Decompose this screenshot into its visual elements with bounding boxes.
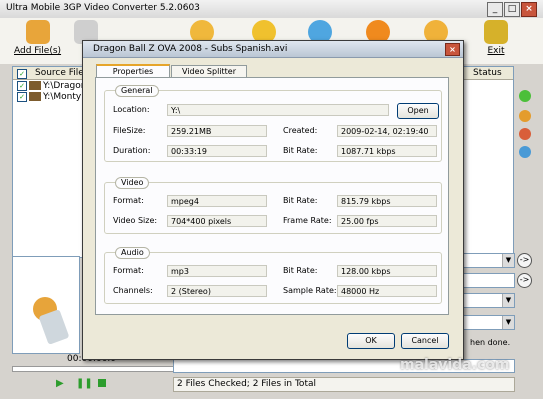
bitrate-label: Bit Rate:: [283, 146, 318, 155]
properties-dialog: Dragon Ball Z OVA 2008 - Subs Spanish.av…: [82, 40, 464, 360]
status-column[interactable]: Status: [473, 68, 502, 78]
frame-rate-label: Frame Rate:: [283, 216, 332, 225]
browse-arrow-icon[interactable]: ->: [517, 273, 532, 288]
add-icon[interactable]: [519, 90, 531, 102]
created-value: 2009-02-14, 02:19:40: [337, 125, 437, 137]
chevron-down-icon: ▼: [502, 294, 514, 307]
bitrate-value: 1087.71 kbps: [337, 145, 437, 157]
remove-item-icon[interactable]: [519, 128, 531, 140]
source-files-column[interactable]: Source Files: [35, 68, 89, 78]
profile-select[interactable]: ▼: [463, 253, 515, 268]
video-group: Video Format: mpeg4 Bit Rate: 815.79 kbp…: [104, 177, 442, 234]
audio-group: Audio Format: mp3 Bit Rate: 128.00 kbps …: [104, 247, 442, 304]
audio-bitrate-value: 128.00 kbps: [337, 265, 437, 277]
properties-panel: General Location: Y:\ Open FileSize: 259…: [95, 77, 449, 315]
phone-icon: [38, 309, 70, 345]
option-select-1[interactable]: ▼: [463, 293, 515, 308]
video-bitrate-label: Bit Rate:: [283, 196, 318, 205]
preview-panel: [12, 256, 80, 354]
video-thumb-icon: [29, 81, 41, 90]
cancel-button[interactable]: Cancel: [401, 333, 449, 349]
watermark-logo: malavida.com: [400, 357, 510, 373]
channels-value: 2 (Stereo): [167, 285, 267, 297]
stop-icon[interactable]: [98, 379, 106, 387]
info-icon[interactable]: [519, 146, 531, 158]
minimize-button[interactable]: _: [487, 2, 503, 17]
exit-icon: [484, 20, 508, 44]
general-group: General Location: Y:\ Open FileSize: 259…: [104, 85, 442, 162]
dialog-title: Dragon Ball Z OVA 2008 - Subs Spanish.av…: [93, 44, 288, 54]
video-size-label: Video Size:: [113, 216, 158, 225]
sample-rate-label: Sample Rate:: [283, 286, 337, 295]
output-field[interactable]: [463, 273, 515, 288]
list-item[interactable]: ✓ Y:\Monty P: [17, 92, 90, 103]
pause-icon[interactable]: ❚❚: [76, 378, 93, 389]
filesize-label: FileSize:: [113, 126, 146, 135]
audio-heading: Audio: [115, 247, 150, 259]
filesize-value: 259.21MB: [167, 125, 267, 137]
when-done-label: hen done.: [470, 338, 511, 347]
chevron-down-icon: ▼: [502, 254, 514, 267]
dialog-close-button[interactable]: ×: [445, 43, 460, 56]
duration-value: 00:33:19: [167, 145, 267, 157]
edit-icon[interactable]: [519, 110, 531, 122]
status-text: 2 Files Checked; 2 Files in Total: [177, 379, 316, 389]
maximize-button[interactable]: □: [504, 2, 520, 17]
video-bitrate-value: 815.79 kbps: [337, 195, 437, 207]
general-heading: General: [115, 85, 159, 97]
location-field[interactable]: Y:\: [167, 104, 389, 116]
play-icon[interactable]: ▶: [56, 378, 64, 389]
frame-rate-value: 25.00 fps: [337, 215, 437, 227]
audio-format-label: Format:: [113, 266, 144, 275]
app-title: Ultra Mobile 3GP Video Converter 5.2.060…: [6, 3, 200, 13]
tab-properties[interactable]: Properties: [96, 64, 170, 78]
add-files-label: Add File(s): [14, 46, 62, 56]
status-bar: 2 Files Checked; 2 Files in Total: [173, 377, 515, 392]
video-heading: Video: [115, 177, 150, 189]
audio-format-value: mp3: [167, 265, 267, 277]
video-thumb-icon: [29, 92, 41, 101]
duration-label: Duration:: [113, 146, 151, 155]
open-button[interactable]: Open: [397, 103, 439, 119]
file-name: Y:\Dragon: [43, 81, 87, 91]
video-format-label: Format:: [113, 196, 144, 205]
ok-button[interactable]: OK: [347, 333, 395, 349]
playback-controls: 00:00:00.0 ▶ ❚❚: [12, 354, 174, 394]
channels-label: Channels:: [113, 286, 153, 295]
main-titlebar: Ultra Mobile 3GP Video Converter 5.2.060…: [0, 0, 543, 19]
created-label: Created:: [283, 126, 318, 135]
option-select-2[interactable]: ▼: [463, 315, 515, 330]
sample-rate-value: 48000 Hz: [337, 285, 437, 297]
exit-button[interactable]: Exit: [484, 20, 508, 56]
dialog-titlebar: Dragon Ball Z OVA 2008 - Subs Spanish.av…: [83, 41, 463, 58]
add-folder-icon: [25, 20, 50, 44]
next-arrow-icon[interactable]: ->: [517, 253, 532, 268]
audio-bitrate-label: Bit Rate:: [283, 266, 318, 275]
seek-bar[interactable]: [12, 366, 174, 372]
location-label: Location:: [113, 105, 150, 114]
list-item[interactable]: ✓ Y:\Dragon: [17, 81, 86, 92]
row-checkbox[interactable]: ✓: [17, 92, 27, 102]
video-size-value: 704*400 pixels: [167, 215, 267, 227]
row-checkbox[interactable]: ✓: [17, 81, 27, 91]
close-button[interactable]: ×: [521, 2, 537, 17]
exit-label: Exit: [487, 46, 505, 56]
chevron-down-icon: ▼: [502, 316, 514, 329]
add-files-button[interactable]: Add File(s): [14, 20, 61, 56]
video-format-value: mpeg4: [167, 195, 267, 207]
